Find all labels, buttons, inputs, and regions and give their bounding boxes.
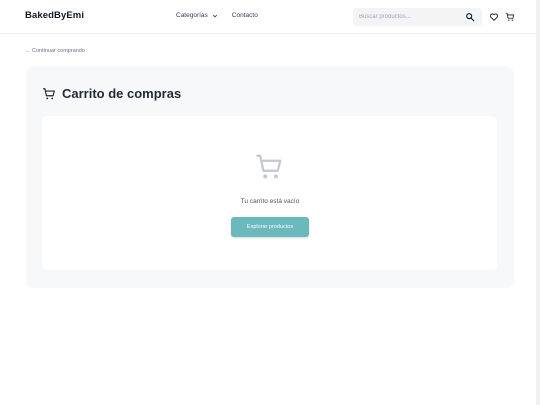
nav-categories-label: Categorías [176,12,208,19]
nav-contact[interactable]: Contacto [232,12,258,19]
search-box [353,8,482,26]
search-input[interactable] [359,8,459,26]
empty-cart-icon [256,154,282,179]
cart-icon[interactable] [505,12,515,22]
brand-logo[interactable]: BakedByEmi [25,10,84,21]
nav-contact-label: Contacto [231,12,258,19]
page-title: Carrito de compras [62,86,182,101]
chevron-down-icon [212,14,217,17]
empty-cart-message: Tu carrito está vacío [240,198,300,205]
explore-products-button[interactable]: Explorar productos [231,217,309,237]
cart-header: Carrito de compras [42,86,181,101]
top-navbar: BakedByEmi Categorías Contacto [0,0,540,34]
continue-shopping-link[interactable]: ← Continuar comprando [25,48,85,54]
main-nav: Categorías Contacto [176,12,258,19]
page-scrollbar[interactable] [536,0,540,405]
empty-cart-card [42,116,497,270]
heart-icon[interactable] [489,12,499,22]
nav-categories[interactable]: Categorías [176,12,218,19]
cart-icon [43,87,55,99]
search-icon[interactable] [465,12,475,22]
